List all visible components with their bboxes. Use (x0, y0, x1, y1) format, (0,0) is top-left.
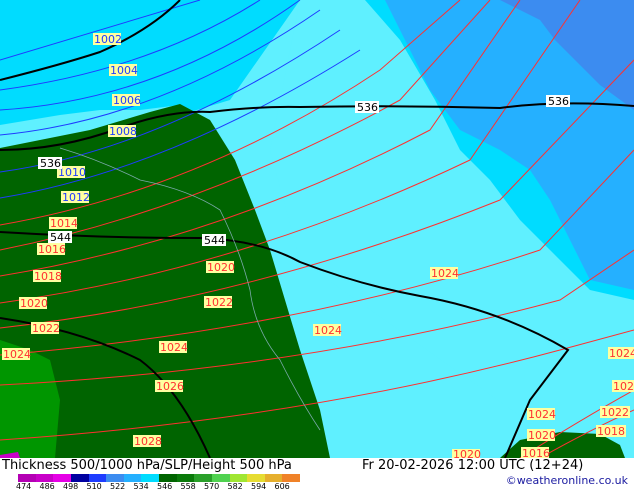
label-1022-b: 1022 (32, 322, 60, 335)
label-1016: 1016 (38, 243, 66, 256)
scale-swatch (211, 474, 230, 482)
label-1024-e: 1024 (528, 408, 556, 421)
label-1018: 1018 (34, 270, 62, 283)
scale-swatch (70, 474, 89, 482)
credit-link[interactable]: ©weatheronline.co.uk (506, 474, 628, 487)
scale-swatch (282, 474, 300, 482)
scale-swatch (35, 474, 54, 482)
label-1022-c: 1022 (601, 406, 629, 419)
label-1024-c: 1024 (314, 324, 342, 337)
label-1002: 1002 (94, 33, 122, 46)
scale-swatch (264, 474, 283, 482)
label-1010: 1010 (58, 166, 86, 179)
label-1004: 1004 (110, 64, 138, 77)
label-544-left: 544 (50, 231, 71, 244)
scale-swatch (176, 474, 195, 482)
label-544-mid: 544 (204, 234, 225, 247)
label-1020-r: 1020 (528, 429, 556, 442)
scale-swatch (88, 474, 107, 482)
scale-swatch (106, 474, 124, 482)
label-1026: 1026 (156, 380, 184, 393)
scale-swatch (141, 474, 159, 482)
label-536-mid: 536 (357, 101, 378, 114)
label-1024-a: 1024 (3, 348, 31, 361)
label-1018-r: 1018 (597, 425, 625, 438)
label-1020-c: 1020 (453, 448, 481, 458)
label-102-r: 102 (613, 380, 634, 393)
label-1020-a: 1020 (207, 261, 235, 274)
label-1024-f: 1024 (609, 347, 634, 360)
valid-time: Fr 20-02-2026 12:00 UTC (12+24) (362, 458, 584, 473)
label-1008: 1008 (109, 125, 137, 138)
label-1022-a: 1022 (205, 296, 233, 309)
label-1020-b: 1020 (20, 297, 48, 310)
label-1014: 1014 (50, 217, 78, 230)
label-1006: 1006 (113, 94, 141, 107)
scale-swatch (18, 474, 36, 482)
scale-swatch (229, 474, 248, 482)
scale-swatch (247, 474, 265, 482)
label-536-left: 536 (40, 157, 61, 170)
thickness-color-scale (18, 474, 300, 482)
weather-map: 1002 1004 1006 1008 1010 1012 1014 1016 … (0, 0, 634, 458)
map-canvas: 1002 1004 1006 1008 1010 1012 1014 1016 … (0, 0, 634, 458)
scale-swatch (53, 474, 71, 482)
label-536-right: 536 (548, 95, 569, 108)
label-1012: 1012 (62, 191, 90, 204)
scale-swatch (159, 474, 177, 482)
label-1028: 1028 (134, 435, 162, 448)
map-title: Thickness 500/1000 hPa/SLP/Height 500 hP… (2, 458, 292, 473)
label-1016-r: 1016 (522, 447, 550, 458)
label-1024-d: 1024 (431, 267, 459, 280)
scale-swatch (123, 474, 142, 482)
label-1024-b: 1024 (160, 341, 188, 354)
scale-swatch (194, 474, 212, 482)
map-footer: Thickness 500/1000 hPa/SLP/Height 500 hP… (0, 458, 634, 491)
